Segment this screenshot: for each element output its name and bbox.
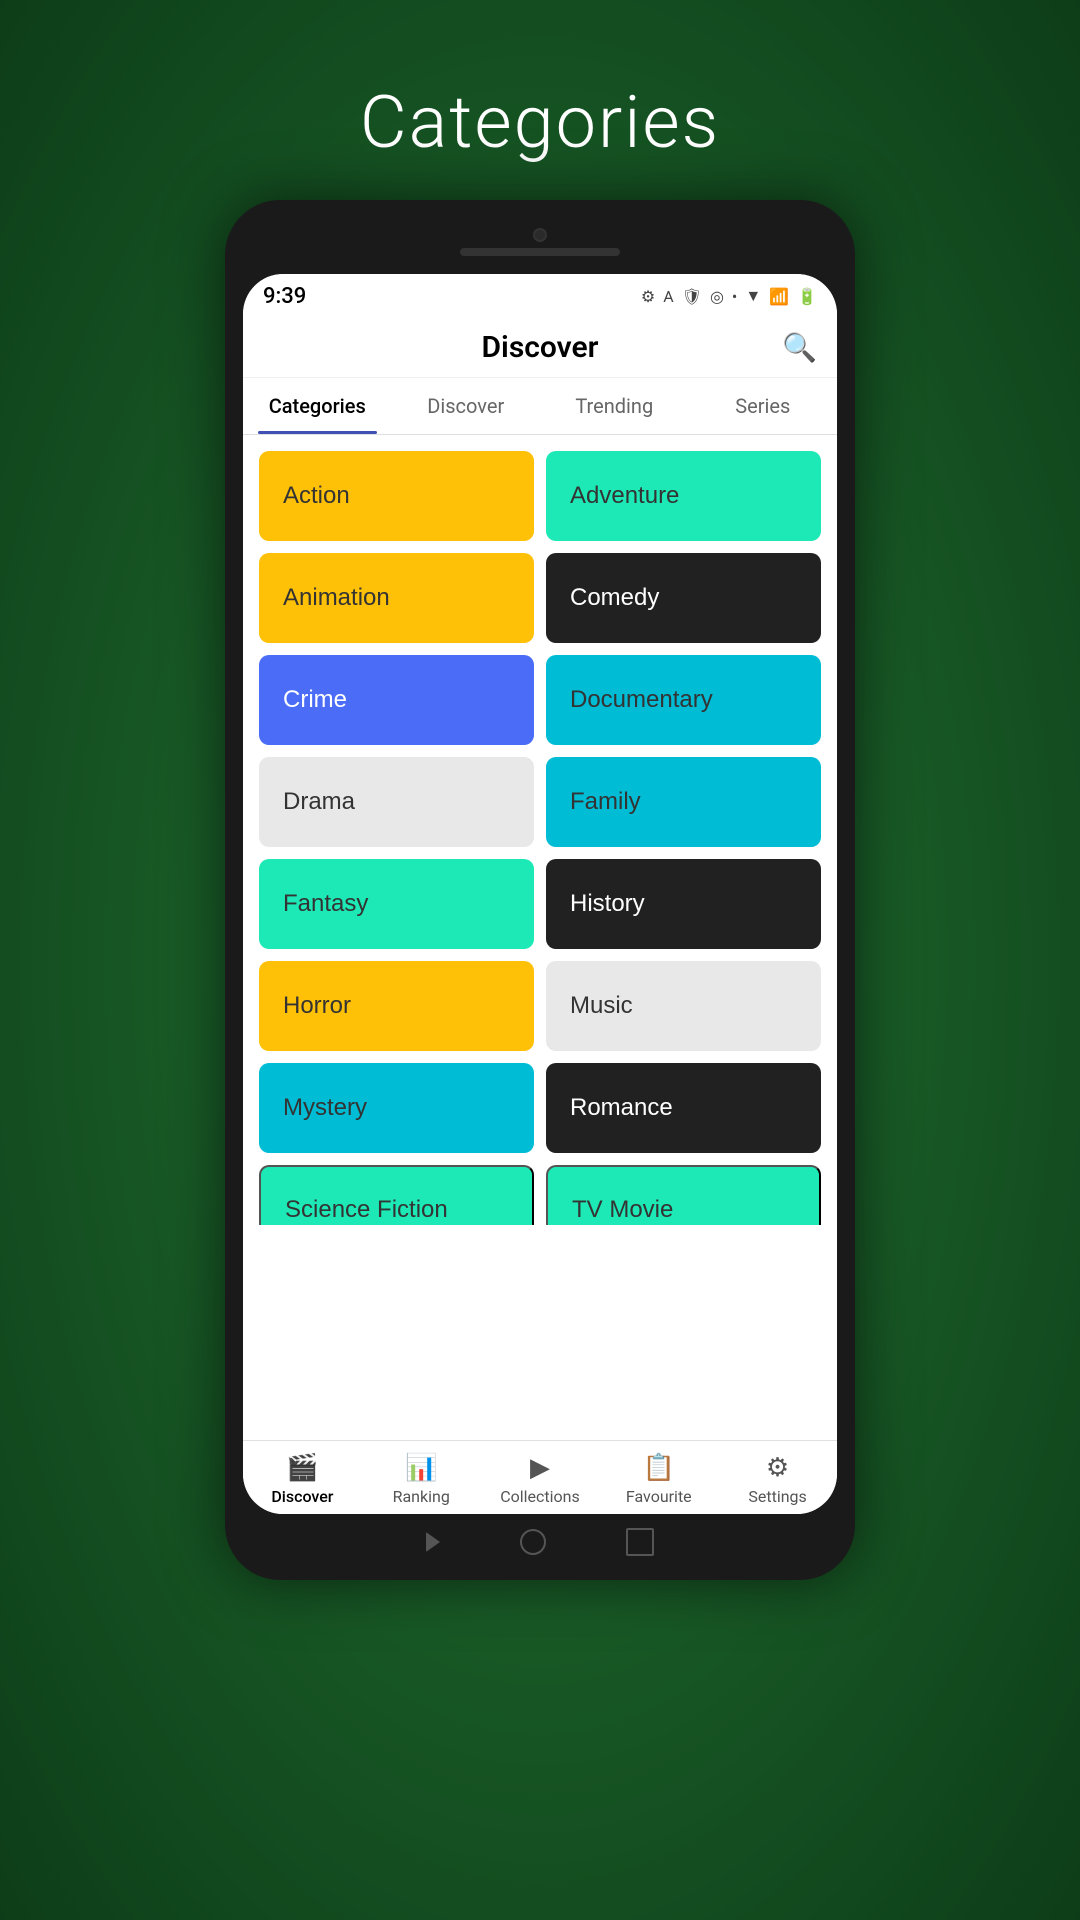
- category-row-1: Action Adventure: [259, 451, 821, 541]
- category-adventure[interactable]: Adventure: [546, 451, 821, 541]
- phone-top-hardware: [243, 218, 837, 274]
- category-action[interactable]: Action: [259, 451, 534, 541]
- gear-icon: ⚙: [641, 287, 655, 306]
- category-comedy[interactable]: Comedy: [546, 553, 821, 643]
- status-time: 9:39: [263, 284, 306, 309]
- category-row-7: Mystery Romance: [259, 1063, 821, 1153]
- nav-settings[interactable]: ⚙ Settings: [718, 1449, 837, 1510]
- nav-collections[interactable]: ▶ Collections: [481, 1449, 600, 1510]
- phone-camera: [533, 228, 547, 242]
- categories-content: Action Adventure Animation Comedy Crime: [243, 435, 837, 1440]
- top-bar: Discover 🔍: [243, 318, 837, 378]
- recents-button[interactable]: [626, 1528, 654, 1556]
- category-romance[interactable]: Romance: [546, 1063, 821, 1153]
- search-button[interactable]: 🔍: [782, 331, 817, 364]
- phone-home-area: [243, 1514, 837, 1562]
- nav-ranking[interactable]: 📊 Ranking: [362, 1449, 481, 1510]
- bottom-nav: 🎬 Discover 📊 Ranking ▶ Collections 📋 Fav…: [243, 1440, 837, 1514]
- category-drama[interactable]: Drama: [259, 757, 534, 847]
- category-family[interactable]: Family: [546, 757, 821, 847]
- category-row-4: Drama Family: [259, 757, 821, 847]
- category-row-5: Fantasy History: [259, 859, 821, 949]
- category-documentary[interactable]: Documentary: [546, 655, 821, 745]
- home-button[interactable]: [520, 1529, 546, 1555]
- wifi-icon: ▼: [745, 286, 761, 306]
- favourite-icon: 📋: [643, 1453, 675, 1483]
- tab-discover[interactable]: Discover: [392, 378, 541, 434]
- phone-device: 9:39 ⚙ A 🛡 ◎ • ▼ 📶 🔋 Discover 🔍 Categori…: [225, 200, 855, 1580]
- status-bar: 9:39 ⚙ A 🛡 ◎ • ▼ 📶 🔋: [243, 274, 837, 318]
- tab-categories[interactable]: Categories: [243, 378, 392, 434]
- circle-icon: ◎: [710, 287, 724, 306]
- dot-icon: •: [732, 287, 737, 306]
- nav-discover[interactable]: 🎬 Discover: [243, 1449, 362, 1510]
- collections-icon: ▶: [530, 1453, 550, 1483]
- discover-icon: 🎬: [286, 1453, 318, 1483]
- status-icons: ⚙ A 🛡 ◎ • ▼ 📶 🔋: [641, 286, 817, 306]
- ranking-icon: 📊: [405, 1453, 437, 1483]
- settings-icon: ⚙: [766, 1453, 789, 1483]
- category-fantasy[interactable]: Fantasy: [259, 859, 534, 949]
- category-row-3: Crime Documentary: [259, 655, 821, 745]
- a-icon: A: [663, 287, 673, 306]
- back-button[interactable]: [426, 1532, 440, 1552]
- tab-series[interactable]: Series: [689, 378, 838, 434]
- tab-trending[interactable]: Trending: [540, 378, 689, 434]
- category-row-8-partial: Science Fiction TV Movie: [259, 1165, 821, 1225]
- app-title: Discover: [482, 330, 599, 365]
- category-animation[interactable]: Animation: [259, 553, 534, 643]
- nav-favourite[interactable]: 📋 Favourite: [599, 1449, 718, 1510]
- category-tv-movie[interactable]: TV Movie: [546, 1165, 821, 1225]
- shield-icon: 🛡: [682, 287, 702, 306]
- category-row-2: Animation Comedy: [259, 553, 821, 643]
- category-science-fiction[interactable]: Science Fiction: [259, 1165, 534, 1225]
- category-history[interactable]: History: [546, 859, 821, 949]
- category-horror[interactable]: Horror: [259, 961, 534, 1051]
- category-mystery[interactable]: Mystery: [259, 1063, 534, 1153]
- category-crime[interactable]: Crime: [259, 655, 534, 745]
- phone-speaker: [460, 248, 620, 256]
- page-title: Categories: [0, 80, 1080, 165]
- battery-icon: 🔋: [797, 287, 817, 306]
- category-music[interactable]: Music: [546, 961, 821, 1051]
- signal-icon: 📶: [769, 287, 789, 306]
- category-row-6: Horror Music: [259, 961, 821, 1051]
- tabs-bar: Categories Discover Trending Series: [243, 378, 837, 435]
- phone-screen: 9:39 ⚙ A 🛡 ◎ • ▼ 📶 🔋 Discover 🔍 Categori…: [243, 274, 837, 1514]
